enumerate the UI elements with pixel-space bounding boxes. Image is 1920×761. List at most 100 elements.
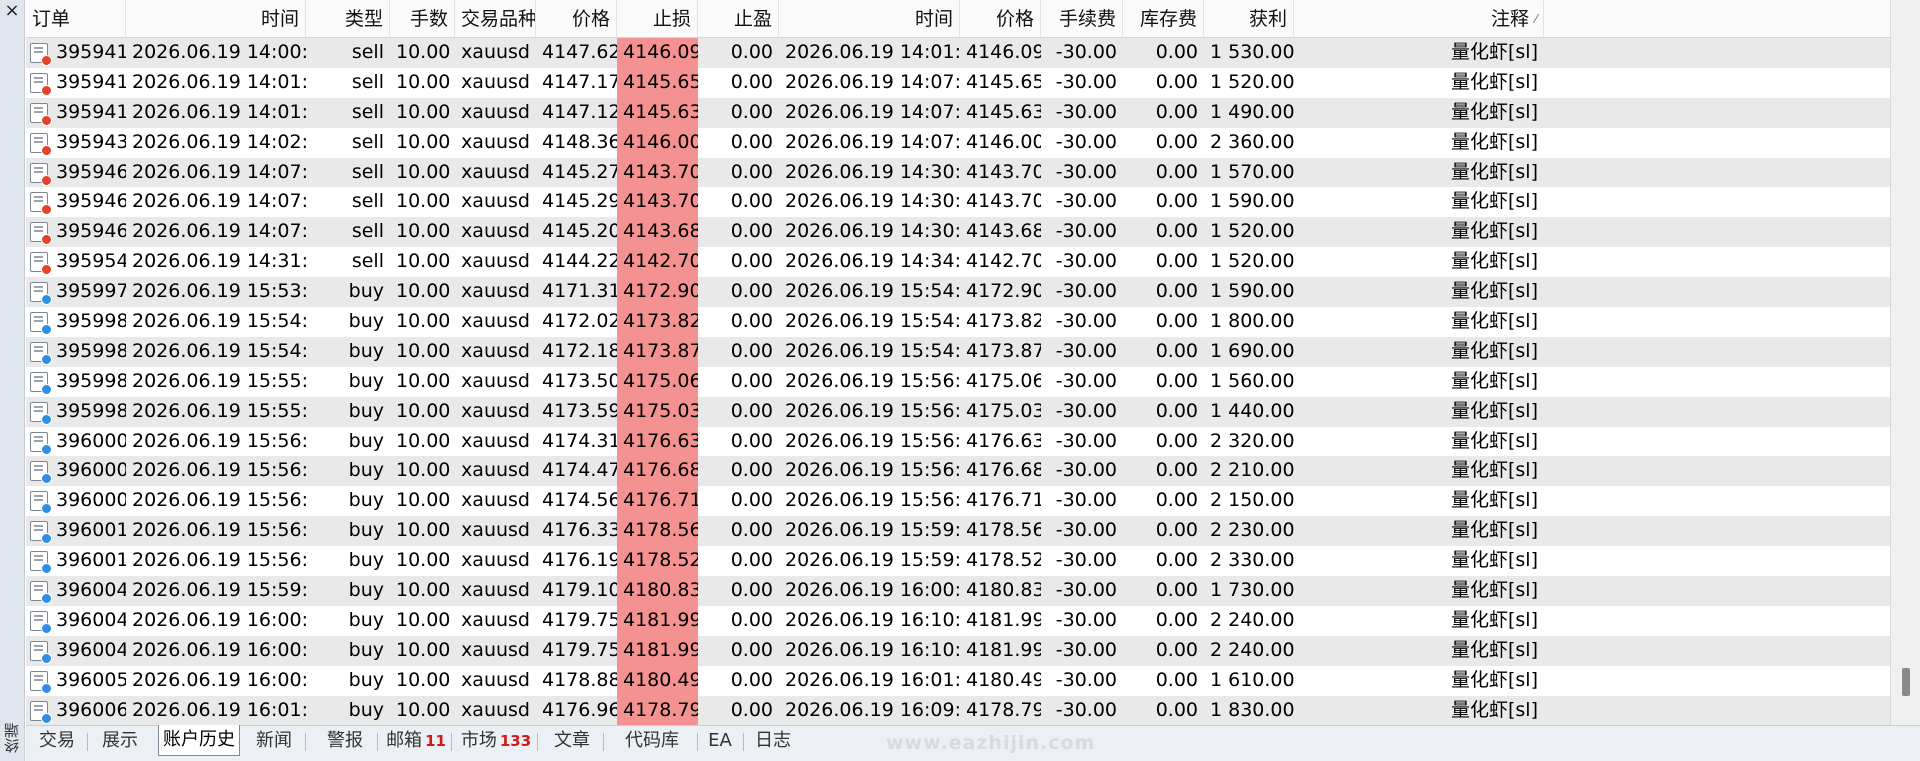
table-row[interactable]: 395946... 2026.06.19 14:07:41 sell 10.00 xau…: [26, 157, 1890, 188]
cell-symbol: xauusd: [461, 70, 530, 93]
cell-ticket: 395998...: [26, 307, 126, 337]
order-ticket-icon: [30, 43, 52, 66]
cell-stop-loss: 4146.09: [617, 38, 698, 68]
cell-close-time: 2026.06.19 16:00:27: [785, 579, 960, 602]
close-icon[interactable]: ×: [3, 2, 21, 20]
cell-commission: -30.00: [1055, 668, 1117, 691]
header-col-profit[interactable]: 获利: [1204, 0, 1294, 38]
header-col-open-price[interactable]: 价格: [536, 0, 617, 38]
sell-indicator-icon: [41, 234, 52, 246]
tab-10[interactable]: 日志: [746, 726, 800, 756]
cell-open-time: 2026.06.19 14:00:37: [132, 41, 306, 63]
header-label: 类型: [344, 8, 383, 30]
header-col-close-time[interactable]: 时间: [779, 0, 960, 38]
order-ticket-icon: [30, 581, 52, 605]
header-col-take-profit[interactable]: 止盈: [698, 0, 779, 38]
tab-1[interactable]: 展示: [92, 726, 148, 756]
cell-symbol: xauusd: [461, 160, 530, 183]
cell-ticket: 396000...: [26, 486, 126, 516]
cell-commission: -30.00: [1055, 459, 1117, 482]
cell-close-price: 4145.65: [966, 70, 1041, 93]
table-row[interactable]: 395997... 2026.06.19 15:53:57 buy 10.00 xauu…: [26, 277, 1890, 308]
tab-7[interactable]: 文章: [544, 726, 600, 756]
table-row[interactable]: 396000... 2026.06.19 15:56:26 buy 10.00 xauu…: [26, 486, 1890, 517]
cell-commission: -30.00: [1055, 100, 1117, 123]
cell-type: sell: [351, 41, 384, 63]
table-row[interactable]: 395998... 2026.06.19 15:54:05 buy 10.00 xauu…: [26, 336, 1890, 367]
header-col-commission[interactable]: 手续费: [1041, 0, 1123, 38]
tab-2[interactable]: 账户历史: [158, 725, 240, 756]
table-row[interactable]: 396005... 2026.06.19 16:00:45 buy 10.00 xauu…: [26, 665, 1890, 696]
table-row[interactable]: 396006... 2026.06.19 16:01:58 buy 10.00 xauu…: [26, 695, 1890, 725]
ticket-number: 395998...: [56, 310, 126, 333]
tab-8[interactable]: 代码库: [610, 726, 694, 756]
tab-3[interactable]: 新闻: [246, 726, 302, 756]
header-col-stop-loss[interactable]: 止损: [617, 0, 698, 38]
tab-9[interactable]: EA: [700, 726, 740, 756]
cell-symbol: xauusd: [461, 310, 530, 333]
table-row[interactable]: 395998... 2026.06.19 15:55:01 buy 10.00 xauu…: [26, 366, 1890, 397]
cell-close-price: 4180.83: [966, 579, 1041, 602]
table-row[interactable]: 396001... 2026.06.19 15:56:58 buy 10.00 xauu…: [26, 546, 1890, 577]
cell-volume: 10.00: [396, 698, 451, 721]
header-col-type[interactable]: 类型: [306, 0, 390, 38]
tab-6[interactable]: 市场 133: [458, 726, 534, 756]
scrollbar-thumb[interactable]: [1902, 668, 1910, 696]
cell-volume: 10.00: [396, 130, 451, 153]
table-row[interactable]: 395943... 2026.06.19 14:02:44 sell 10.00 xau…: [26, 127, 1890, 158]
cell-open-time: 2026.06.19 16:00:45: [132, 668, 306, 691]
table-row[interactable]: 395941... 2026.06.19 14:01:21 sell 10.00 xau…: [26, 67, 1890, 98]
header-col-close-price[interactable]: 价格: [960, 0, 1041, 38]
table-row[interactable]: 395946... 2026.06.19 14:07:47 sell 10.00 xau…: [26, 187, 1890, 218]
tab-0[interactable]: 交易: [30, 726, 84, 756]
cell-ticket: 396001...: [26, 546, 126, 576]
buy-indicator-icon: [41, 533, 52, 545]
tab-4[interactable]: 警报: [316, 726, 374, 756]
cell-swap: 0.00: [1155, 698, 1198, 721]
table-row[interactable]: 395998... 2026.06.19 15:54:05 buy 10.00 xauu…: [26, 307, 1890, 337]
cell-ticket: 395946...: [26, 217, 126, 247]
table-row[interactable]: 396004... 2026.06.19 16:00:04 buy 10.00 xauu…: [26, 635, 1890, 666]
header-col-swap[interactable]: 库存费: [1123, 0, 1204, 38]
cell-close-price: 4176.71: [966, 489, 1041, 512]
header-col-comment[interactable]: 注释 ⁄: [1294, 0, 1544, 38]
cell-swap: 0.00: [1155, 250, 1198, 273]
table-row[interactable]: 396004... 2026.06.19 16:00:01 buy 10.00 xauu…: [26, 605, 1890, 636]
tab-5[interactable]: 邮箱 11: [384, 726, 448, 756]
cell-profit: 2 230.00: [1210, 519, 1294, 542]
cell-type: buy: [348, 429, 384, 452]
cell-profit: 1 520.00: [1210, 250, 1294, 273]
table-row[interactable]: 395941... 2026.06.19 14:01:21 sell 10.00 xau…: [26, 97, 1890, 128]
ticket-number: 395997...: [56, 280, 126, 303]
vertical-scrollbar[interactable]: [1890, 0, 1920, 725]
cell-comment: 量化虾[sl]: [1450, 160, 1538, 183]
toolbox-side-strip: × 终端: [0, 0, 25, 761]
order-ticket-icon: [30, 371, 52, 395]
table-row[interactable]: 395954... 2026.06.19 14:31:41 sell 10.00 xau…: [26, 247, 1890, 278]
table-row[interactable]: 396000... 2026.06.19 15:56:26 buy 10.00 xauu…: [26, 456, 1890, 487]
table-row[interactable]: 396000... 2026.06.19 15:56:25 buy 10.00 xauu…: [26, 426, 1890, 457]
cell-comment: 量化虾[sl]: [1450, 549, 1538, 572]
cell-stop-loss: 4173.82: [617, 307, 698, 337]
tab-separator: [305, 733, 306, 751]
header-col-open-time[interactable]: 时间: [126, 0, 306, 38]
table-row[interactable]: 395998... 2026.06.19 15:55:02 buy 10.00 xauu…: [26, 396, 1890, 427]
header-col-symbol[interactable]: 交易品种: [455, 0, 536, 38]
header-label: 止损: [652, 8, 691, 30]
table-row[interactable]: 395946... 2026.06.19 14:07:47 sell 10.00 xau…: [26, 217, 1890, 248]
cell-close-price: 4143.70: [966, 190, 1041, 213]
table-row[interactable]: 396004... 2026.06.19 15:59:59 buy 10.00 xauu…: [26, 576, 1890, 606]
header-col-volume[interactable]: 手数: [390, 0, 455, 38]
table-row[interactable]: 395941... 2026.06.19 14:00:37 sell 10.00 xau…: [26, 38, 1890, 68]
cell-close-time: 2026.06.19 14:30:18: [785, 190, 960, 213]
cell-symbol: xauusd: [461, 459, 530, 482]
buy-indicator-icon: [41, 443, 52, 455]
cell-swap: 0.00: [1155, 220, 1198, 243]
ticket-number: 396006...: [56, 698, 126, 721]
cell-open-price: 4171.31: [542, 280, 617, 303]
table-row[interactable]: 396001... 2026.06.19 15:56:53 buy 10.00 xauu…: [26, 516, 1890, 547]
cell-stop-loss: 4181.99: [617, 605, 698, 636]
cell-ticket: 395946...: [26, 187, 126, 217]
cell-profit: 1 520.00: [1210, 220, 1294, 243]
header-col-ticket[interactable]: 订单: [26, 0, 126, 38]
